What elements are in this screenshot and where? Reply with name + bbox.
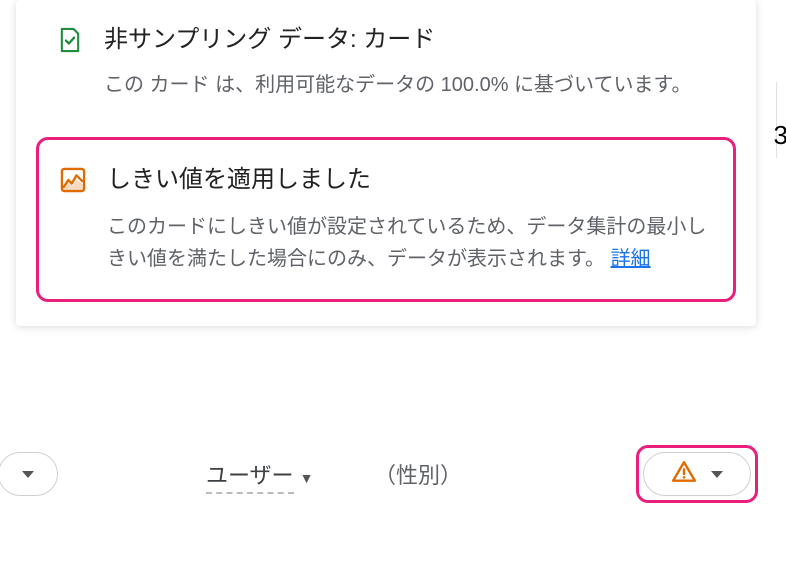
- sampling-title: 非サンプリング データ: カード: [104, 24, 435, 56]
- info-tooltip-panel: 非サンプリング データ: カード この カード は、利用可能なデータの 100.…: [16, 0, 756, 326]
- check-file-icon: [56, 26, 84, 54]
- caret-down-icon: [22, 471, 34, 478]
- alert-dropdown-highlight: [636, 445, 758, 503]
- caret-down-icon: [711, 471, 723, 478]
- warning-triangle-icon: [671, 459, 697, 490]
- caret-down-icon: ▼: [300, 470, 314, 486]
- metric-selector[interactable]: ユーザー ▼: [206, 458, 313, 494]
- truncated-text: 3: [774, 120, 786, 151]
- threshold-title: しきい値を適用しました: [107, 164, 371, 196]
- sampling-body: この カード は、利用可能なデータの 100.0% に基づいています。: [104, 70, 728, 101]
- data-quality-dropdown[interactable]: [643, 452, 751, 496]
- chart-icon: [59, 166, 87, 194]
- left-dropdown-button[interactable]: [0, 452, 58, 496]
- threshold-body: このカードにしきい値が設定されているため、データ集計の最小しきい値を満たした場合…: [107, 211, 713, 275]
- threshold-highlight: しきい値を適用しました このカードにしきい値が設定されているため、データ集計の最…: [36, 137, 736, 301]
- dimension-label: （性別）: [374, 458, 462, 490]
- sampling-section: 非サンプリング データ: カード この カード は、利用可能なデータの 100.…: [16, 0, 756, 129]
- threshold-learn-more-link[interactable]: 詳細: [611, 248, 651, 270]
